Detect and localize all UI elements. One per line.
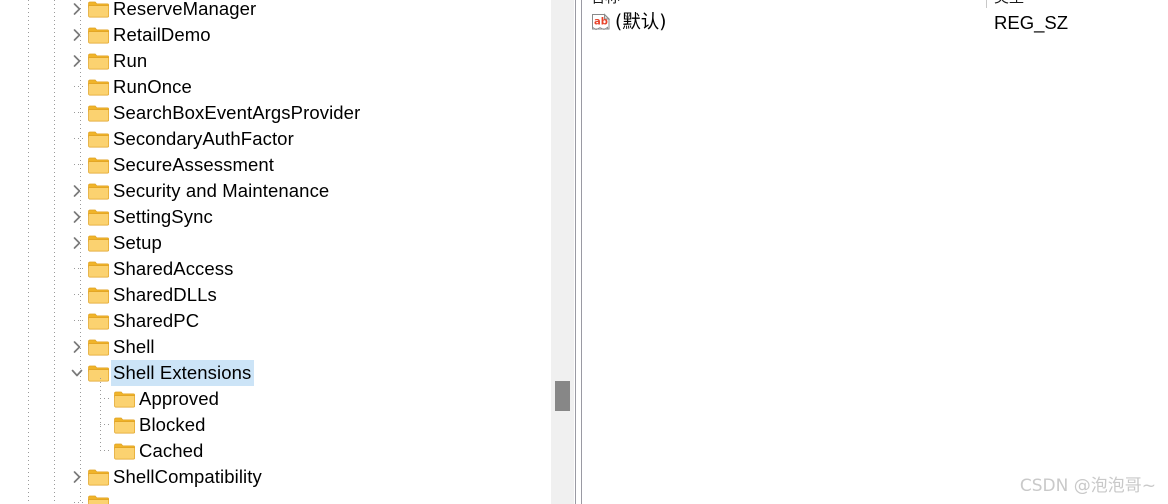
- chevron-right-icon[interactable]: [68, 22, 86, 48]
- csdn-watermark: CSDN @泡泡哥~: [1019, 476, 1156, 496]
- column-header-type[interactable]: 类型: [994, 0, 1024, 8]
- tree-item-secureassessment[interactable]: SecureAssessment: [0, 152, 551, 178]
- tree-item-settingsync[interactable]: SettingSync: [0, 204, 551, 230]
- tree-item-retaildemo[interactable]: RetailDemo: [0, 22, 551, 48]
- folder-icon: [88, 495, 109, 504]
- folder-icon: [114, 443, 135, 460]
- chevron-down-icon[interactable]: [68, 360, 86, 386]
- tree-subtree-rail: [100, 378, 101, 446]
- folder-icon: [88, 287, 109, 304]
- tree-item-label: SecondaryAuthFactor: [113, 128, 294, 149]
- folder-icon: [88, 339, 109, 356]
- string-value-icon: ab: [590, 12, 612, 34]
- value-name-cell[interactable]: (默认): [615, 8, 666, 38]
- tree-connector: [100, 398, 109, 399]
- folder-icon: [88, 105, 109, 122]
- tree-connector: [74, 138, 83, 139]
- tree-item-label: Shell: [113, 336, 155, 357]
- tree-item-label: ReserveManager: [113, 0, 257, 19]
- chevron-right-icon[interactable]: [68, 48, 86, 74]
- tree-item-run[interactable]: Run: [0, 48, 551, 74]
- chevron-right-icon[interactable]: [68, 230, 86, 256]
- value-row[interactable]: ab (默认) REG_SZ: [582, 8, 1168, 38]
- folder-icon: [88, 261, 109, 278]
- tree-item-label: RunOnce: [113, 76, 192, 97]
- tree-row-list: ReserveManager RetailDemo Run RunOnce Search…: [0, 0, 551, 504]
- tree-item-label: Run: [113, 50, 148, 71]
- registry-value-list[interactable]: 名称 类型 ab (默认) REG_SZ: [582, 0, 1168, 504]
- tree-item-label: SearchBoxEventArgsProvider: [113, 102, 361, 123]
- tree-item-label: SharedDLLs: [113, 284, 217, 305]
- pane-divider-left: [575, 0, 576, 504]
- tree-connector: [100, 450, 109, 451]
- folder-icon: [88, 365, 109, 382]
- tree-connector: [74, 112, 83, 113]
- tree-item-label: ShellCompatibility: [113, 466, 262, 487]
- tree-item-label: SecureAssessment: [113, 154, 274, 175]
- tree-item-shellcompatibility[interactable]: ShellCompatibility: [0, 464, 551, 490]
- tree-item-sharedaccess[interactable]: SharedAccess: [0, 256, 551, 282]
- column-separator[interactable]: [986, 0, 987, 8]
- tree-item-secondaryauthfactor[interactable]: SecondaryAuthFactor: [0, 126, 551, 152]
- tree-item-shareddlls[interactable]: SharedDLLs: [0, 282, 551, 308]
- tree-item-searchboxeventargsprovider[interactable]: SearchBoxEventArgsProvider: [0, 100, 551, 126]
- folder-icon: [114, 391, 135, 408]
- tree-item-label: Shell Extensions: [111, 360, 255, 386]
- folder-icon: [88, 27, 109, 44]
- chevron-right-icon[interactable]: [68, 0, 86, 22]
- folder-icon: [88, 53, 109, 70]
- tree-item-cached[interactable]: Cached: [0, 434, 551, 464]
- value-type-cell: REG_SZ: [994, 12, 1069, 33]
- folder-icon: [88, 209, 109, 226]
- folder-icon: [88, 313, 109, 330]
- tree-item-label: Blocked: [139, 414, 206, 435]
- registry-key-tree[interactable]: ReserveManager RetailDemo Run RunOnce Search…: [0, 0, 551, 504]
- tree-item-label: Approved: [139, 388, 219, 409]
- tree-item-label: RetailDemo: [113, 24, 211, 45]
- tree-item-blocked[interactable]: Blocked: [0, 412, 551, 438]
- folder-icon: [88, 157, 109, 174]
- tree-item-label: Security and Maintenance: [113, 180, 330, 201]
- chevron-right-icon[interactable]: [68, 334, 86, 360]
- tree-connector: [74, 294, 83, 295]
- tree-connector: [74, 164, 83, 165]
- tree-item-reservemanager[interactable]: ReserveManager: [0, 0, 551, 22]
- chevron-right-icon[interactable]: [68, 464, 86, 490]
- scrollbar-thumb[interactable]: [555, 381, 570, 411]
- tree-connector: [74, 502, 83, 503]
- tree-item-security-and-maintenance[interactable]: Security and Maintenance: [0, 178, 551, 204]
- tree-item-label: SharedPC: [113, 310, 200, 331]
- tree-item-label: Setup: [113, 232, 162, 253]
- tree-connector: [74, 86, 83, 87]
- tree-connector: [74, 320, 83, 321]
- tree-item-partial-19[interactable]: [0, 490, 551, 504]
- value-list-header: 名称 类型: [582, 0, 1168, 8]
- tree-item-runonce[interactable]: RunOnce: [0, 74, 551, 100]
- folder-icon: [88, 469, 109, 486]
- column-header-name[interactable]: 名称: [590, 0, 620, 8]
- chevron-right-icon[interactable]: [68, 204, 86, 230]
- registry-editor-window: ReserveManager RetailDemo Run RunOnce Search…: [0, 0, 1168, 504]
- tree-item-shell-extensions[interactable]: Shell Extensions: [0, 360, 551, 386]
- tree-item-sharedpc[interactable]: SharedPC: [0, 308, 551, 334]
- tree-item-label: SettingSync: [113, 206, 213, 227]
- tree-item-approved[interactable]: Approved: [0, 386, 551, 412]
- tree-connector: [74, 268, 83, 269]
- tree-item-label: Cached: [139, 440, 204, 461]
- folder-icon: [88, 1, 109, 18]
- tree-connector: [100, 424, 109, 425]
- folder-icon: [88, 131, 109, 148]
- svg-text:ab: ab: [594, 17, 608, 28]
- tree-item-setup[interactable]: Setup: [0, 230, 551, 256]
- tree-vertical-scrollbar[interactable]: [551, 0, 574, 504]
- tree-item-label: SharedAccess: [113, 258, 234, 279]
- tree-item-shell[interactable]: Shell: [0, 334, 551, 360]
- chevron-right-icon[interactable]: [68, 178, 86, 204]
- folder-icon: [114, 417, 135, 434]
- folder-icon: [88, 79, 109, 96]
- folder-icon: [88, 183, 109, 200]
- folder-icon: [88, 235, 109, 252]
